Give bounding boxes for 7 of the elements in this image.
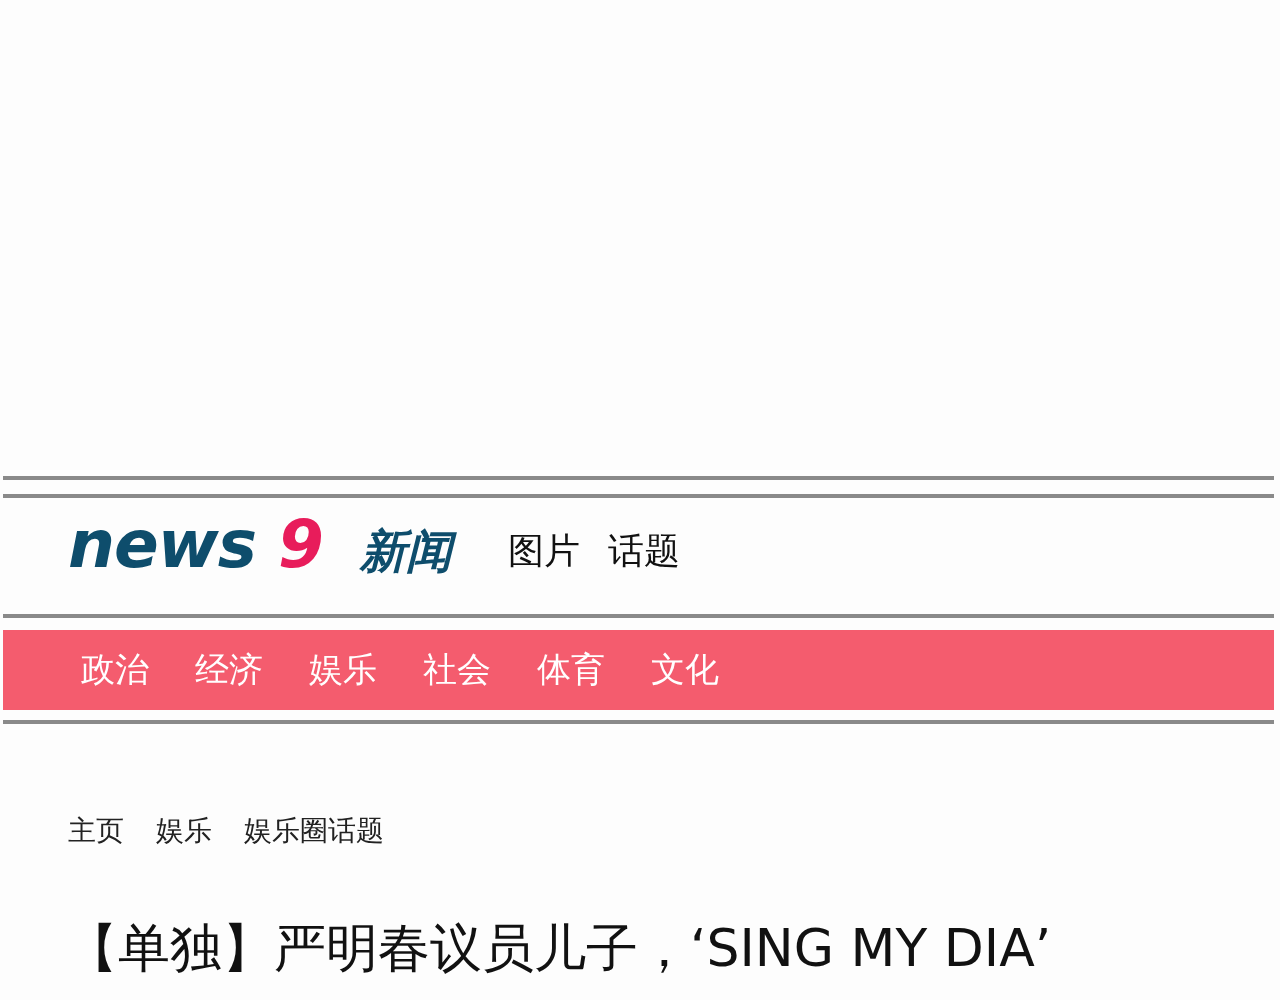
breadcrumb-link[interactable]: 主页: [68, 812, 124, 850]
header-link[interactable]: 图片: [507, 527, 580, 576]
breadcrumb-link[interactable]: 娱乐圈话题: [244, 812, 384, 850]
headline: 【单独】严明春议员儿子，‘SING MY DIA’: [66, 920, 1053, 978]
breadcrumb-link[interactable]: 娱乐: [156, 812, 212, 850]
header-link[interactable]: 话题: [607, 527, 680, 576]
site-logo[interactable]: news 9 新闻: [62, 497, 464, 594]
